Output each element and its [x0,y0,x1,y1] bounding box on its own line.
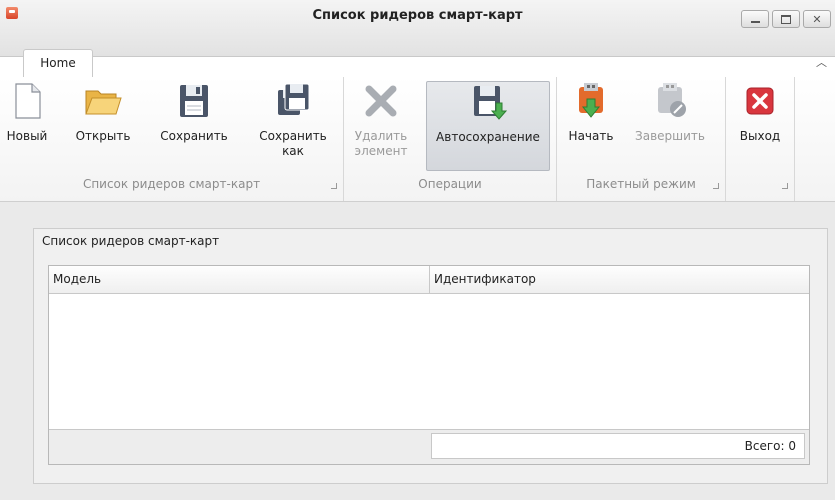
save-icon [174,81,214,121]
close-button[interactable]: ✕ [803,10,831,28]
delete-label-line2: элемент [354,144,408,158]
open-folder-icon [83,81,123,121]
close-icon: ✕ [812,12,822,26]
ribbon: Новый Открыть Сохранить Сохранить как Сп… [0,77,835,202]
finish-batch-icon [650,81,690,121]
new-label: Новый [6,129,48,143]
delete-label-line1: Удалить [354,129,408,143]
tab-home[interactable]: Home [23,49,93,77]
collapse-ribbon-icon[interactable]: ︿ [816,54,827,70]
grid-header: Модель Идентификатор [49,266,809,294]
grid-footer: Всего: 0 [49,429,809,464]
start-batch-button[interactable]: Начать [563,81,619,144]
dialog-launcher-icon[interactable] [713,183,719,189]
new-document-icon [7,81,47,121]
readers-grid[interactable]: Модель Идентификатор Всего: 0 [48,265,810,465]
autosave-icon [468,82,508,122]
open-label: Открыть [75,129,131,143]
new-button[interactable]: Новый [2,81,52,144]
panel-title: Список ридеров смарт-карт [42,234,220,248]
group-batch-mode: Начать Завершить Пакетный режим [557,77,726,201]
minimize-icon [750,21,760,23]
finish-batch-button[interactable]: Завершить [625,81,715,144]
finish-label: Завершить [635,129,705,143]
group-label-operations: Операции [418,177,482,191]
save-button[interactable]: Сохранить [152,81,236,144]
delete-x-icon [361,81,401,121]
dialog-launcher-icon[interactable] [782,183,788,189]
group-exit: Выход [726,77,795,201]
content-area: Список ридеров смарт-карт Модель Идентиф… [0,202,835,500]
title-bar: Список ридеров смарт-карт ✕ [0,0,835,57]
group-label-reader-list: Список ридеров смарт-карт [82,177,261,191]
delete-item-button[interactable]: Удалить элемент [346,81,416,159]
save-label: Сохранить [160,129,228,143]
save-as-label-line2: как [282,144,304,158]
window-title: Список ридеров смарт-карт [312,8,523,23]
autosave-label: Автосохранение [436,130,540,144]
minimize-button[interactable] [741,10,769,28]
group-reader-list: Новый Открыть Сохранить Сохранить как Сп… [0,77,344,201]
dialog-launcher-icon[interactable] [331,183,337,189]
reader-list-panel: Список ридеров смарт-карт Модель Идентиф… [33,228,828,484]
column-header-identifier[interactable]: Идентификатор [430,266,809,293]
maximize-icon [781,14,791,24]
start-label: Начать [568,129,614,143]
total-count: Всего: 0 [431,433,805,459]
exit-button[interactable]: Выход [730,81,790,144]
exit-label: Выход [739,129,781,143]
save-as-icon [273,81,313,121]
maximize-button[interactable] [772,10,800,28]
window-controls: ✕ [741,10,831,28]
save-as-label-line1: Сохранить [259,129,327,143]
exit-icon [740,81,780,121]
autosave-button[interactable]: Автосохранение [426,81,550,171]
group-label-batch-mode: Пакетный режим [586,177,696,191]
save-as-button[interactable]: Сохранить как [248,81,338,159]
column-header-model[interactable]: Модель [49,266,430,293]
group-operations: Удалить элемент Автосохранение Операции [344,77,557,201]
open-button[interactable]: Открыть [64,81,142,144]
start-batch-icon [571,81,611,121]
